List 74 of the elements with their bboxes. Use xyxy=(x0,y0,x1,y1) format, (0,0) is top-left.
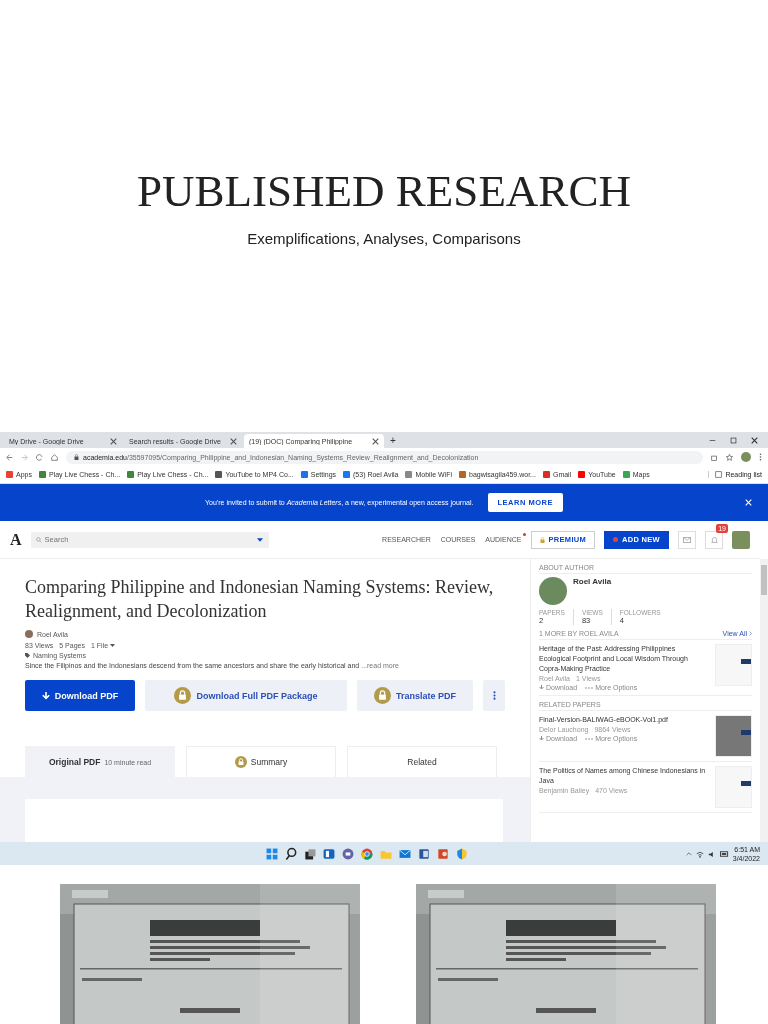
locked-button[interactable]: Translate PDF xyxy=(357,680,473,711)
favicon-icon xyxy=(215,471,223,478)
ellipsis-icon xyxy=(585,737,594,740)
favicon-icon xyxy=(542,471,550,478)
favicon-icon xyxy=(127,471,135,478)
document-tab[interactable]: Summary xyxy=(186,746,336,777)
favicon-icon xyxy=(343,471,351,478)
word-icon[interactable] xyxy=(417,847,431,861)
caret-icon xyxy=(110,644,116,647)
slide-subtitle: Exemplifications, Analyses, Comparisons xyxy=(247,230,521,247)
close-icon[interactable] xyxy=(110,437,117,445)
bell-icon xyxy=(710,535,718,544)
shield-icon[interactable] xyxy=(455,847,469,861)
back-icon[interactable] xyxy=(6,453,13,461)
menu-icon[interactable] xyxy=(759,453,762,461)
favicon-icon xyxy=(6,471,13,478)
tag-icon xyxy=(25,653,30,658)
reload-icon[interactable] xyxy=(36,453,43,461)
logo[interactable]: A xyxy=(10,530,22,549)
chat-icon[interactable] xyxy=(341,847,355,861)
wifi-icon[interactable] xyxy=(695,850,704,858)
new-tab-button[interactable]: + xyxy=(390,434,396,446)
paper-thumbnail[interactable] xyxy=(715,715,752,757)
favicon-icon xyxy=(622,471,630,478)
mail-icon[interactable] xyxy=(398,847,412,861)
close-icon[interactable] xyxy=(372,437,379,445)
download-icon xyxy=(539,685,544,690)
favicon-icon xyxy=(405,471,413,478)
chrome-icon[interactable] xyxy=(360,847,374,861)
padlock-icon xyxy=(539,536,545,543)
vertical-dots-icon xyxy=(492,691,496,700)
close-icon[interactable] xyxy=(751,436,758,444)
close-icon[interactable] xyxy=(230,437,237,445)
favicon-icon xyxy=(578,471,586,478)
caret-icon[interactable] xyxy=(256,537,263,542)
download-pdf-button[interactable]: Download PDF xyxy=(25,680,135,711)
author-avatar xyxy=(25,630,33,638)
powerpoint-icon[interactable] xyxy=(436,847,450,861)
dot-icon xyxy=(613,537,619,542)
battery-icon[interactable] xyxy=(719,851,729,857)
lock-icon xyxy=(74,454,79,460)
widgets-icon[interactable] xyxy=(322,847,336,861)
home-icon[interactable] xyxy=(51,453,58,461)
paper-title: Comparing Philippine and Indonesian Naming Systems: Review, Realignment, and Decolonization xyxy=(25,576,495,623)
search-icon[interactable] xyxy=(284,847,298,861)
ellipsis-icon xyxy=(585,686,594,689)
paper-thumbnail[interactable] xyxy=(715,644,752,686)
download-icon xyxy=(41,691,50,700)
padlock-icon xyxy=(174,687,192,704)
favicon-icon xyxy=(38,471,46,478)
padlock-icon xyxy=(374,687,391,704)
messages-button[interactable] xyxy=(678,530,696,549)
speaker-icon[interactable] xyxy=(707,850,716,858)
paper-thumbnail[interactable] xyxy=(715,766,752,808)
task-view-icon[interactable] xyxy=(303,847,317,861)
profile-avatar[interactable] xyxy=(741,452,751,462)
star-icon[interactable] xyxy=(726,453,733,461)
slide-title: PUBLISHED RESEARCH xyxy=(137,166,631,216)
search-icon xyxy=(35,536,42,543)
padlock-icon xyxy=(234,756,247,768)
chevron-icon xyxy=(749,631,752,636)
favicon-icon xyxy=(300,471,308,478)
favicon-icon xyxy=(459,471,466,478)
user-avatar[interactable] xyxy=(732,530,750,549)
envelope-icon xyxy=(683,536,691,543)
scrollbar[interactable] xyxy=(760,559,768,842)
author-avatar[interactable] xyxy=(539,577,567,605)
download-icon xyxy=(539,736,544,741)
author-name[interactable]: Roel Avila xyxy=(573,577,612,605)
notifications-button[interactable] xyxy=(705,530,723,549)
document-tab[interactable]: Related xyxy=(347,746,497,777)
maximize-icon[interactable] xyxy=(730,436,737,444)
locked-button[interactable]: Download Full PDF Package xyxy=(145,680,347,711)
start-icon[interactable] xyxy=(265,847,279,861)
